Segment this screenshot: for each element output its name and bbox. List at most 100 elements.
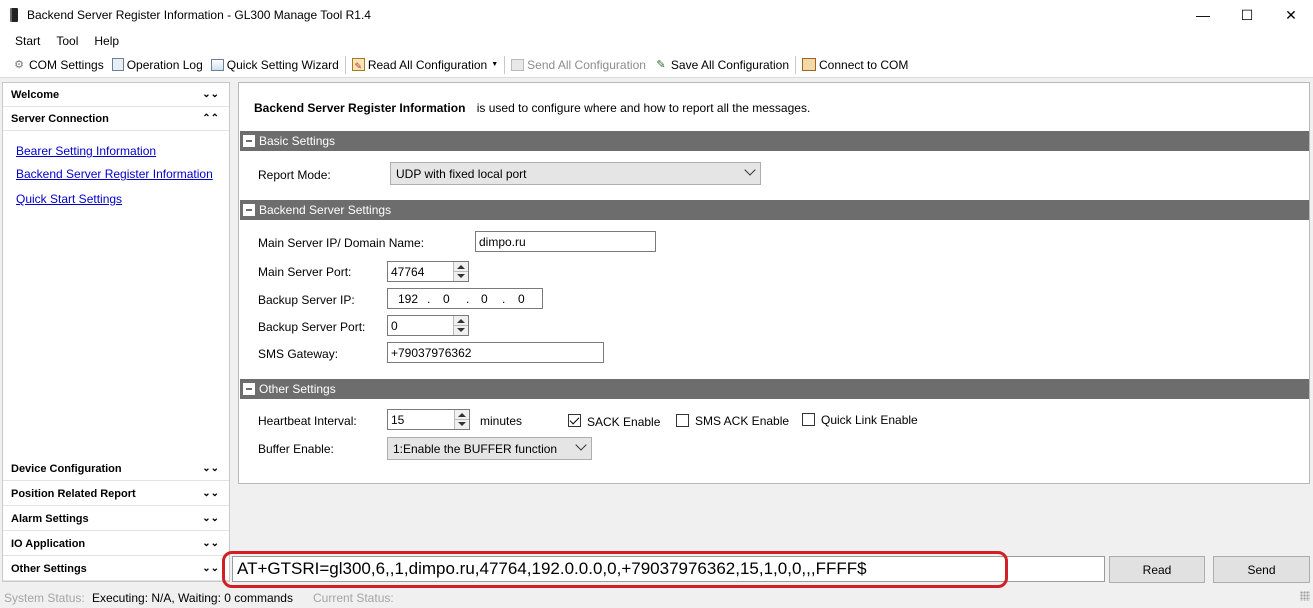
chevron-down-icon (744, 164, 756, 176)
chevron-down-icon: ⌄⌄ (202, 89, 219, 100)
collapse-icon[interactable] (243, 135, 255, 147)
main-server-port-label: Main Server Port: (258, 265, 352, 279)
sack-enable-checkbox[interactable] (568, 414, 581, 427)
connect-to-com-button[interactable]: Connect to COM (798, 54, 912, 76)
nav-welcome-label: Welcome (11, 88, 60, 101)
main-server-ip-label: Main Server IP/ Domain Name: (258, 236, 425, 250)
chevron-down-icon: ⌄⌄ (202, 463, 219, 474)
heartbeat-interval-value: 15 (391, 412, 405, 427)
ip-dot: . (427, 292, 431, 306)
main-server-port-stepper[interactable]: 47764 (387, 261, 469, 282)
buffer-enable-label: Buffer Enable: (258, 442, 334, 456)
collapse-icon[interactable] (243, 204, 255, 216)
executing-status: Executing: N/A, Waiting: 0 commands (92, 591, 293, 605)
backup-server-port-label: Backup Server Port: (258, 320, 366, 334)
quick-link-enable-label: Quick Link Enable (821, 413, 918, 427)
link-backend-server-register[interactable]: Backend Server Register Information (16, 167, 213, 181)
section-backend-title: Backend Server Settings (259, 203, 392, 217)
ip-octet-3: 0 (481, 292, 488, 306)
nav-io-application-label: IO Application (11, 537, 86, 550)
sms-ack-enable-label: SMS ACK Enable (695, 414, 790, 428)
chevron-down-icon: ⌄⌄ (202, 538, 219, 549)
nav-other-settings-label: Other Settings (11, 562, 87, 575)
send-all-label: Send All Configuration (527, 57, 646, 72)
nav-io-application[interactable]: IO Application ⌄⌄ (3, 532, 229, 556)
intro-text: Backend Server Register Information is u… (254, 101, 810, 115)
backup-server-port-value: 0 (391, 318, 398, 333)
sms-ack-enable-checkbox[interactable] (676, 414, 689, 427)
section-basic-title: Basic Settings (259, 134, 336, 148)
com-port-icon (802, 58, 816, 71)
toolbar: ⚙ COM Settings Operation Log Quick Setti… (0, 52, 1313, 78)
main-server-ip-input[interactable]: dimpo.ru (475, 231, 656, 252)
section-backend-server-settings[interactable]: Backend Server Settings (240, 200, 1309, 220)
nav-other-settings[interactable]: Other Settings ⌄⌄ (3, 557, 229, 581)
heartbeat-interval-label: Heartbeat Interval: (258, 414, 357, 428)
app-icon (10, 8, 18, 22)
nav-server-connection[interactable]: Server Connection ⌃⌃ (3, 107, 229, 131)
buffer-enable-value: 1:Enable the BUFFER function (393, 441, 558, 456)
status-bar: System Status: Executing: N/A, Waiting: … (0, 588, 1313, 608)
menu-start[interactable]: Start (7, 30, 48, 52)
com-settings-button[interactable]: ⚙ COM Settings (8, 54, 108, 76)
nav-position-report-label: Position Related Report (11, 487, 136, 500)
save-all-configuration-button[interactable]: ✎ Save All Configuration (650, 54, 793, 76)
spin-buttons[interactable] (453, 316, 468, 335)
close-button[interactable]: ✕ (1268, 0, 1313, 30)
heartbeat-unit: minutes (480, 414, 523, 428)
spin-buttons[interactable] (453, 262, 468, 281)
menu-help[interactable]: Help (86, 30, 127, 52)
nav-alarm-settings-label: Alarm Settings (11, 512, 89, 525)
chevron-down-icon: ⌄⌄ (202, 488, 219, 499)
window-title: Backend Server Register Information - GL… (27, 8, 371, 22)
backup-server-ip-input[interactable]: 192 . 0 . 0 . 0 (387, 288, 543, 309)
chevron-down-icon (575, 439, 587, 451)
current-status-label: Current Status: (313, 591, 394, 605)
nav-welcome[interactable]: Welcome ⌄⌄ (3, 83, 229, 107)
operation-log-button[interactable]: Operation Log (108, 54, 207, 76)
collapse-icon[interactable] (243, 383, 255, 395)
ip-dot: . (502, 292, 506, 306)
sms-gateway-input[interactable]: +79037976362 (387, 342, 604, 363)
navigation-panel: Welcome ⌄⌄ Server Connection ⌃⌃ Bearer S… (2, 82, 230, 582)
resize-grip[interactable] (1300, 591, 1310, 601)
sack-enable-label: SACK Enable (587, 415, 661, 429)
send-config-icon (511, 58, 525, 71)
section-basic-settings[interactable]: Basic Settings (240, 131, 1309, 151)
report-mode-label: Report Mode: (258, 168, 331, 182)
link-quick-start-settings[interactable]: Quick Start Settings (16, 192, 122, 206)
sms-gateway-value: +79037976362 (391, 345, 472, 360)
buffer-enable-select[interactable]: 1:Enable the BUFFER function (387, 437, 592, 460)
link-bearer-setting[interactable]: Bearer Setting Information (16, 144, 156, 158)
dropdown-arrow-icon[interactable]: ▼ (491, 61, 498, 68)
toolbar-separator (795, 55, 796, 74)
nav-alarm-settings[interactable]: Alarm Settings ⌄⌄ (3, 507, 229, 531)
main-server-port-value: 47764 (391, 264, 425, 279)
quick-link-enable-checkbox[interactable] (802, 413, 815, 426)
heartbeat-interval-stepper[interactable]: 15 (387, 409, 470, 430)
section-other-title: Other Settings (259, 382, 336, 396)
nav-device-configuration[interactable]: Device Configuration ⌄⌄ (3, 457, 229, 481)
send-button[interactable]: Send (1213, 556, 1310, 583)
quick-setting-wizard-label: Quick Setting Wizard (226, 57, 339, 72)
nav-position-related-report[interactable]: Position Related Report ⌄⌄ (3, 482, 229, 506)
report-mode-value: UDP with fixed local port (396, 166, 527, 181)
gear-icon: ⚙ (14, 58, 24, 71)
menu-tool[interactable]: Tool (48, 30, 86, 52)
backup-server-ip-label: Backup Server IP: (258, 293, 355, 307)
backup-server-port-stepper[interactable]: 0 (387, 315, 469, 336)
ip-dot: . (466, 292, 470, 306)
main-panel: Backend Server Register Information is u… (238, 82, 1310, 484)
quick-setting-wizard-button[interactable]: Quick Setting Wizard (207, 54, 343, 76)
minimize-button[interactable]: — (1180, 0, 1226, 30)
spin-buttons[interactable] (454, 410, 469, 429)
report-mode-select[interactable]: UDP with fixed local port (390, 162, 761, 185)
maximize-button[interactable]: ☐ (1224, 0, 1270, 30)
intro-title: Backend Server Register Information (254, 101, 466, 115)
section-other-settings[interactable]: Other Settings (240, 379, 1309, 399)
read-button[interactable]: Read (1109, 556, 1205, 583)
send-all-configuration-button[interactable]: Send All Configuration (507, 54, 650, 76)
read-all-configuration-button[interactable]: ✎ Read All Configuration ▼ (348, 54, 502, 76)
operation-log-label: Operation Log (126, 57, 203, 72)
toolbar-separator (344, 55, 346, 74)
